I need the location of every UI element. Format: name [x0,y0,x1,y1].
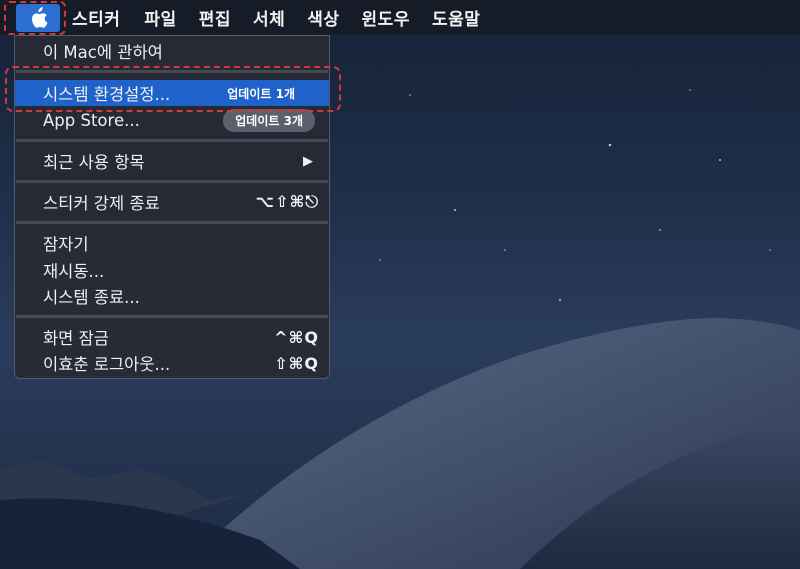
menu-item-log-out[interactable]: 이효춘 로그아웃... ⇧⌘Q [15,350,329,376]
menu-item-label: 이효춘 로그아웃... [43,355,171,374]
annotation-box-apple-menu [4,1,66,35]
menu-separator [16,315,328,318]
menu-item-about-this-mac[interactable]: 이 Mac에 관하여 [15,38,329,64]
menu-font[interactable]: 서체 [253,5,285,30]
menu-item-label: 잠자기 [43,235,89,254]
menu-bar: 스티커 파일 편집 서체 색상 윈도우 도움말 [0,0,800,35]
menu-item-label: 화면 잠금 [43,329,109,348]
menu-item-label: 재시동... [43,262,105,281]
menu-item-label: 시스템 종료... [43,288,140,307]
menu-edit[interactable]: 편집 [199,5,231,30]
annotation-box-system-preferences [5,66,341,112]
menu-item-force-quit[interactable]: 스티커 강제 종료 ⌥⇧⌘⎋ [15,189,329,215]
menu-window[interactable]: 윈도우 [362,5,410,30]
keyboard-shortcut: ⇧⌘Q [274,353,319,373]
menu-item-lock-screen[interactable]: 화면 잠금 ^⌘Q [15,324,329,350]
menu-help[interactable]: 도움말 [432,5,480,30]
menu-item-label: 최근 사용 항목 [43,153,145,172]
keyboard-shortcut: ^⌘Q [274,327,319,347]
menu-item-restart[interactable]: 재시동... [15,257,329,283]
keyboard-shortcut: ⌥⇧⌘⎋ [255,192,319,211]
menu-file[interactable]: 파일 [144,5,176,30]
menu-separator [16,221,328,224]
menu-color[interactable]: 색상 [307,5,339,30]
menu-item-label: 스티커 강제 종료 [43,194,160,213]
menu-item-shut-down[interactable]: 시스템 종료... [15,283,329,309]
menu-separator [16,139,328,142]
menu-separator [16,180,328,183]
menu-item-label: App Store... [43,110,140,130]
submenu-arrow-icon: ▶ [303,153,313,169]
menu-stickies[interactable]: 스티커 [72,5,120,30]
menu-item-sleep[interactable]: 잠자기 [15,230,329,256]
menu-item-label: 이 Mac에 관하여 [43,43,163,62]
menu-item-recent-items[interactable]: 최근 사용 항목 ▶ [15,148,329,174]
